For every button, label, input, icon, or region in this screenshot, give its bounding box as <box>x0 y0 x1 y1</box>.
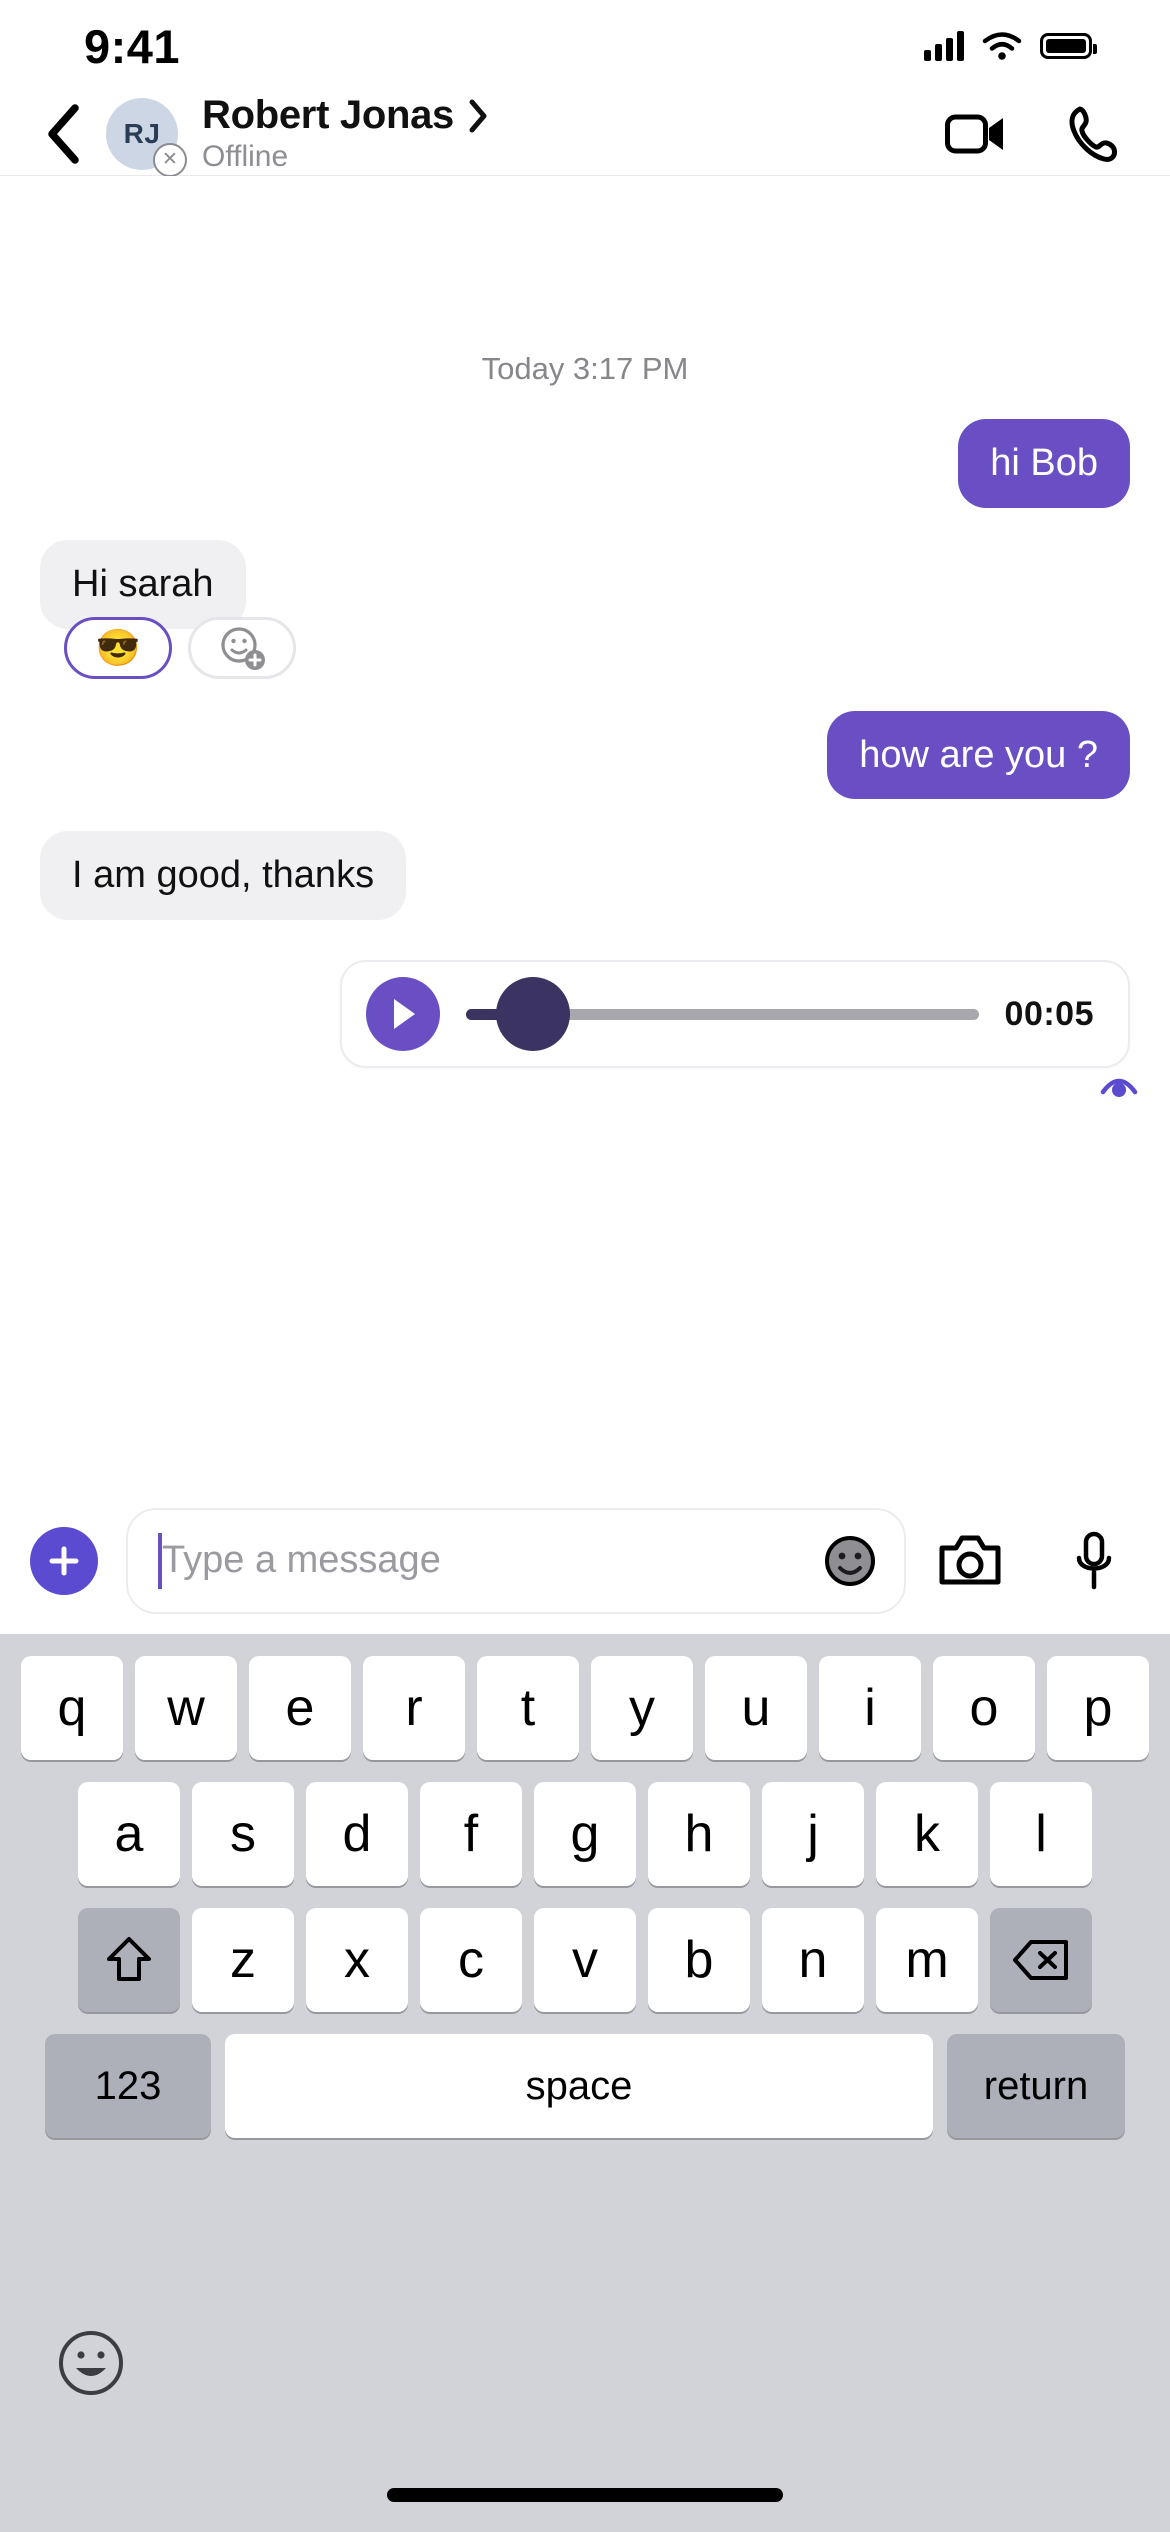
home-indicator <box>387 2488 783 2502</box>
message-bubble-incoming[interactable]: Hi sarah <box>40 539 246 629</box>
key-f[interactable]: f <box>420 1782 522 1886</box>
key-b[interactable]: b <box>648 1908 750 2012</box>
audio-progress-slider[interactable] <box>466 977 979 1052</box>
sunglasses-reaction-chip[interactable]: 😎 <box>64 616 172 679</box>
key-i[interactable]: i <box>819 1656 921 1760</box>
chevron-left-icon <box>48 103 79 164</box>
key-z[interactable]: z <box>192 1908 294 2012</box>
keyboard-row-1: q w e r t y u i o p <box>0 1634 1170 1760</box>
message-row: Hi sarah <box>40 539 1130 629</box>
message-row: how are you ? <box>40 710 1130 800</box>
keyboard-row-3: z x c v b n m <box>0 1886 1170 2012</box>
message-input-field[interactable]: Type a message <box>126 1507 906 1614</box>
phone-icon <box>1069 106 1117 162</box>
offline-badge-icon: ✕ <box>153 142 187 177</box>
camera-icon <box>939 1535 1001 1584</box>
audio-duration: 00:05 <box>1004 994 1094 1033</box>
message-list[interactable]: Today 3:17 PM hi Bob Hi sarah 😎 how are … <box>0 176 1170 1098</box>
plus-icon <box>49 1546 79 1575</box>
message-row: hi Bob <box>40 419 1130 508</box>
key-v[interactable]: v <box>534 1908 636 2012</box>
key-j[interactable]: j <box>762 1782 864 1886</box>
emoji-picker-button[interactable] <box>50 2322 132 2404</box>
cellular-signal-icon <box>924 31 964 61</box>
avatar[interactable]: RJ ✕ <box>106 97 187 177</box>
backspace-icon <box>1013 1940 1068 1980</box>
shift-icon <box>107 1937 151 1981</box>
voice-call-button[interactable] <box>1060 102 1124 166</box>
key-y[interactable]: y <box>591 1656 693 1760</box>
audio-message-bubble[interactable]: 00:05 <box>340 960 1130 1069</box>
key-t[interactable]: t <box>477 1656 579 1760</box>
backspace-key[interactable] <box>990 1908 1092 2012</box>
camera-button[interactable] <box>934 1525 1006 1597</box>
on-screen-keyboard[interactable]: q w e r t y u i o p a s d f g h j k l z … <box>0 1634 1170 2532</box>
key-g[interactable]: g <box>534 1782 636 1886</box>
wifi-icon <box>982 32 1022 60</box>
key-m[interactable]: m <box>876 1908 978 2012</box>
video-call-button[interactable] <box>944 102 1008 166</box>
message-bubble-incoming[interactable]: I am good, thanks <box>40 831 407 921</box>
audio-play-button[interactable] <box>366 977 440 1052</box>
message-input-placeholder: Type a message <box>162 1539 441 1581</box>
reaction-bar: 😎 <box>64 616 1130 679</box>
key-a[interactable]: a <box>78 1782 180 1886</box>
shift-key[interactable] <box>78 1908 180 2012</box>
key-o[interactable]: o <box>933 1656 1035 1760</box>
key-d[interactable]: d <box>306 1782 408 1886</box>
emoji-picker-icon <box>59 2331 123 2395</box>
seen-eye-icon <box>1100 1079 1138 1098</box>
audio-message-row: 00:05 <box>40 960 1138 1098</box>
header-actions <box>944 102 1124 166</box>
key-u[interactable]: u <box>705 1656 807 1760</box>
key-e[interactable]: e <box>249 1656 351 1760</box>
message-bubble-outgoing[interactable]: how are you ? <box>827 710 1130 800</box>
key-w[interactable]: w <box>135 1656 237 1760</box>
back-button[interactable] <box>24 95 102 173</box>
add-reaction-button[interactable] <box>188 616 296 679</box>
key-p[interactable]: p <box>1047 1656 1149 1760</box>
key-k[interactable]: k <box>876 1782 978 1886</box>
video-camera-icon <box>945 114 1003 153</box>
space-key[interactable]: space <box>225 2034 933 2138</box>
key-s[interactable]: s <box>192 1782 294 1886</box>
key-h[interactable]: h <box>648 1782 750 1886</box>
keyboard-row-2: a s d f g h j k l <box>0 1760 1170 1886</box>
message-row: I am good, thanks <box>40 831 1130 921</box>
key-x[interactable]: x <box>306 1908 408 2012</box>
key-n[interactable]: n <box>762 1908 864 2012</box>
status-indicators <box>924 31 1097 61</box>
message-bubble-outgoing[interactable]: hi Bob <box>958 419 1130 508</box>
key-c[interactable]: c <box>420 1908 522 2012</box>
audio-slider-thumb[interactable] <box>496 977 570 1052</box>
page-title: Robert Jonas <box>202 93 455 137</box>
microphone-icon <box>1076 1531 1112 1589</box>
chat-header: RJ ✕ Robert Jonas Offline <box>0 92 1170 177</box>
keyboard-row-4: 123 space return <box>0 2012 1170 2138</box>
microphone-button[interactable] <box>1058 1525 1130 1597</box>
status-time: 9:41 <box>84 19 181 73</box>
message-input-bar: Type a message <box>0 1487 1170 1634</box>
key-r[interactable]: r <box>363 1656 465 1760</box>
status-bar: 9:41 <box>0 0 1170 92</box>
battery-full-icon <box>1040 33 1097 59</box>
presence-status: Offline <box>202 140 289 173</box>
peer-info[interactable]: Robert Jonas Offline <box>202 93 944 174</box>
chevron-right-icon <box>469 99 487 132</box>
key-l[interactable]: l <box>990 1782 1092 1886</box>
attachment-add-button[interactable] <box>30 1526 98 1595</box>
sunglasses-reaction: 😎 <box>95 626 141 668</box>
return-key[interactable]: return <box>947 2034 1125 2138</box>
smiley-icon[interactable] <box>820 1531 880 1591</box>
key-q[interactable]: q <box>21 1656 123 1760</box>
day-separator: Today 3:17 PM <box>481 351 689 386</box>
play-icon <box>394 999 415 1030</box>
add-reaction-icon <box>221 627 265 670</box>
numbers-key[interactable]: 123 <box>45 2034 211 2138</box>
chat-screen: 9:41 RJ ✕ Robert Jonas Offline Today 3:1… <box>0 0 1170 2532</box>
